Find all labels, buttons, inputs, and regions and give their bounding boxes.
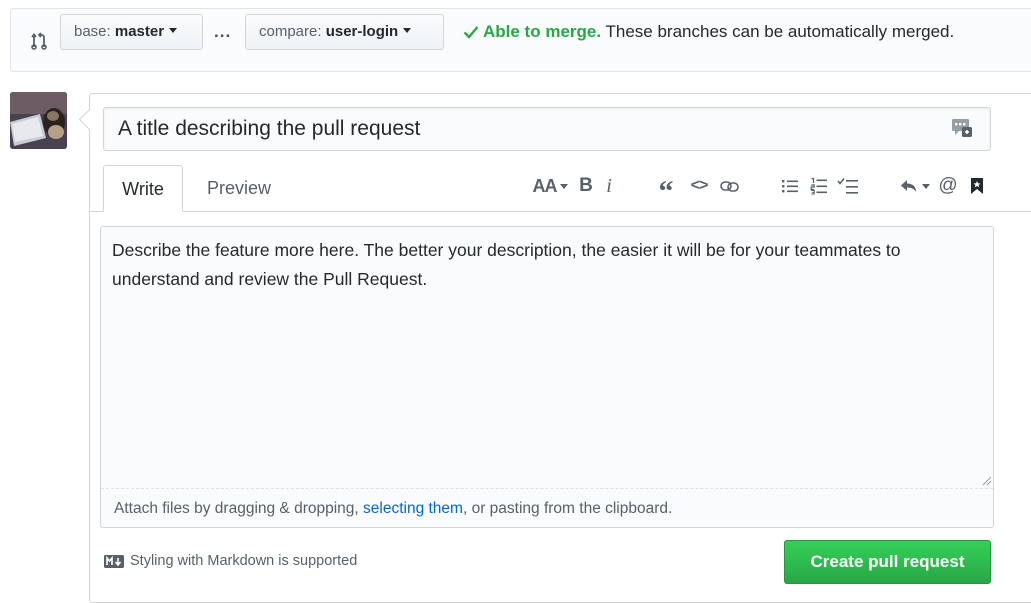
italic-button[interactable]: i [600,174,618,198]
pr-body-textarea[interactable]: Describe the feature more here. The bett… [100,226,994,488]
unordered-list-button[interactable] [779,174,801,198]
select-files-link[interactable]: selecting them [363,500,463,517]
reply-icon [901,180,916,192]
mention-icon: @ [938,175,958,196]
unordered-list-icon [782,180,798,193]
base-branch-select[interactable]: base: master [60,14,203,50]
compare-branch-name: user-login [325,23,399,40]
header-button[interactable]: AA [530,174,570,198]
caret-down-icon [403,28,412,33]
base-branch-prefix: base: [74,23,115,40]
markdown-note-text: Styling with Markdown is supported [130,553,358,569]
ordered-list-icon [810,177,827,195]
code-icon: <> [690,177,709,194]
pr-title-input[interactable] [103,107,991,151]
quote-icon: “ [658,175,674,208]
markdown-support-note[interactable]: Styling with Markdown is supported [104,553,357,569]
task-list-icon [837,178,858,194]
task-list-button[interactable] [836,174,860,198]
merge-description: These branches can be automatically merg… [601,22,955,41]
caret-down-icon [559,183,568,189]
git-compare-icon [31,32,47,50]
markdown-icon [104,555,124,568]
avatar-image [10,92,67,149]
check-icon [463,26,479,39]
caret-down-icon [169,28,178,33]
quote-button[interactable]: “ [655,174,677,208]
mention-button[interactable]: @ [937,174,959,198]
saved-replies-icon[interactable] [951,118,973,138]
attach-text-after: , or pasting from the clipboard. [462,500,673,517]
link-button[interactable] [718,174,742,198]
merge-ok-text: Able to merge. [483,22,602,41]
range-separator: ... [214,22,232,41]
compare-branch-prefix: compare: [259,23,326,40]
header-icon: AA [532,175,558,196]
italic-icon: i [606,174,612,197]
base-branch-name: master [114,23,165,40]
reference-button[interactable] [967,174,987,198]
ordered-list-button[interactable] [808,174,830,198]
bookmark-icon [971,178,983,194]
file-attach-bar[interactable]: Attach files by dragging & dropping, sel… [101,488,993,527]
reply-button[interactable] [898,174,932,198]
merge-status: Able to merge. These branches can be aut… [463,22,954,42]
avatar[interactable] [10,92,67,149]
attach-text-before: Attach files by dragging & dropping, [114,500,364,517]
tab-preview[interactable]: Preview [190,165,288,212]
create-pull-request-button[interactable]: Create pull request [784,540,991,584]
tab-write[interactable]: Write [103,165,183,212]
compare-branch-select[interactable]: compare: user-login [245,14,444,50]
link-icon [720,181,739,192]
caret-down-icon [922,183,930,189]
resize-handle-icon[interactable] [980,474,992,486]
bold-button[interactable]: B [576,174,596,198]
bold-icon: B [579,175,593,196]
code-button[interactable]: <> [687,174,711,198]
